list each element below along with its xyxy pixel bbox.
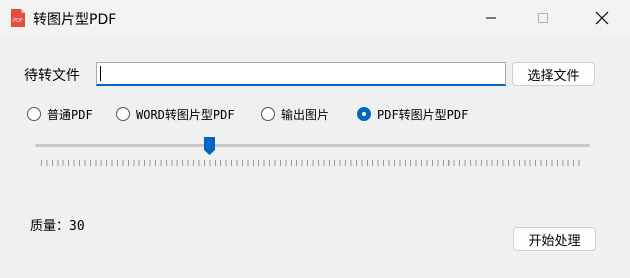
radio-indicator (261, 107, 275, 121)
minimize-icon (486, 17, 496, 19)
window-title: 转图片型PDF (33, 12, 117, 28)
choose-file-button[interactable]: 选择文件 (512, 62, 595, 86)
start-processing-button[interactable]: 开始处理 (513, 227, 596, 251)
radio-label: PDF转图片型PDF (377, 107, 469, 122)
radio-label: 普通PDF (47, 107, 93, 122)
file-label: 待转文件 (24, 68, 80, 84)
radio-indicator (116, 107, 130, 121)
radio-indicator (27, 107, 41, 121)
radio-indicator-selected (357, 107, 371, 121)
slider-ticks (41, 160, 584, 166)
quality-label: 质量： (30, 219, 70, 234)
text-caret (100, 66, 101, 81)
close-button[interactable] (579, 0, 625, 36)
radio-normal-pdf[interactable]: 普通PDF (27, 104, 93, 124)
pdf-file-icon: PDF (11, 9, 25, 27)
title-bar: PDF 转图片型PDF (0, 0, 630, 36)
slider-track (35, 144, 590, 147)
maximize-icon (538, 13, 548, 23)
radio-word-to-image-pdf[interactable]: WORD转图片型PDF (116, 104, 235, 124)
radio-pdf-to-image-pdf[interactable]: PDF转图片型PDF (357, 104, 468, 124)
slider-thumb[interactable] (203, 136, 216, 156)
radio-label: WORD转图片型PDF (136, 107, 235, 122)
quality-slider[interactable] (35, 134, 590, 170)
quality-value: 30 (69, 219, 85, 234)
radio-label: 输出图片 (281, 107, 330, 122)
pdf-icon-text: PDF (13, 18, 23, 24)
minimize-button[interactable] (468, 0, 514, 36)
maximize-button[interactable] (520, 0, 566, 36)
close-icon (595, 11, 609, 25)
file-path-input[interactable] (96, 62, 506, 86)
quality-readout: 质量：30 (30, 215, 85, 234)
radio-output-images[interactable]: 输出图片 (261, 104, 329, 124)
